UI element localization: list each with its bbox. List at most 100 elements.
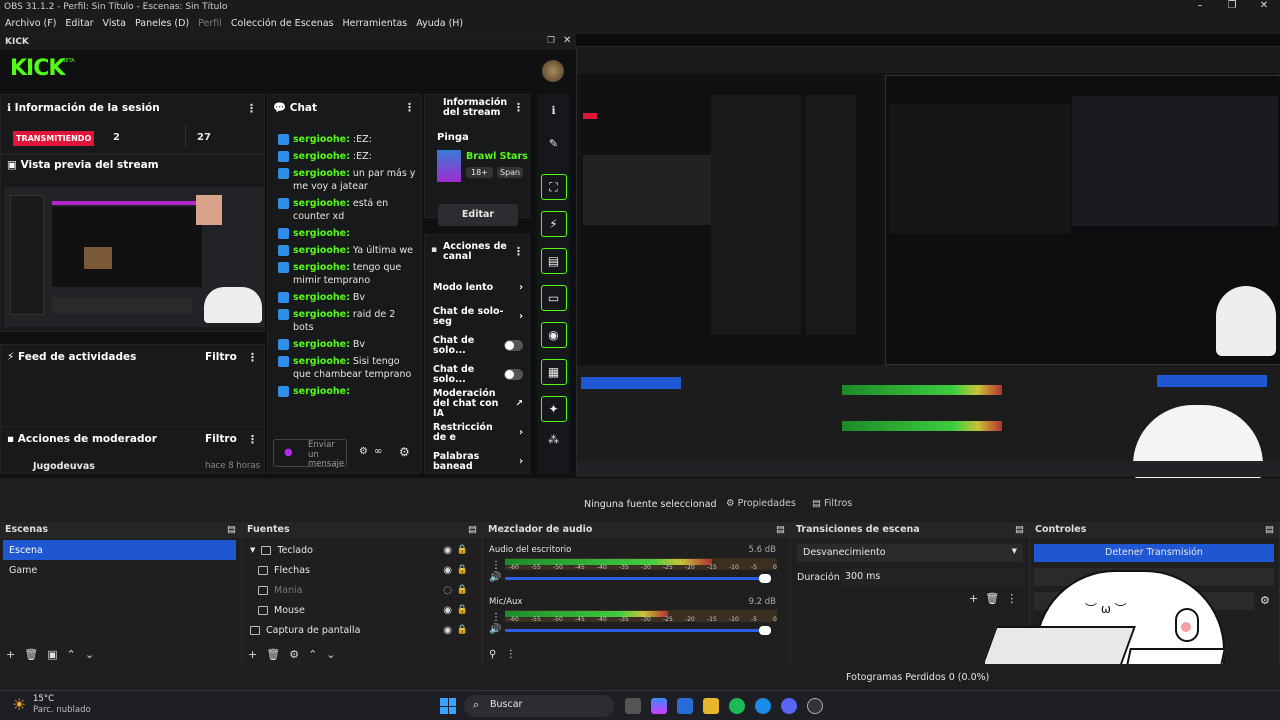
speaker-icon[interactable]: 🔊: [489, 572, 501, 583]
menu-perfil[interactable]: Perfil: [198, 16, 222, 33]
notes-icon[interactable]: ▤: [540, 248, 567, 274]
scene-item-escena[interactable]: Escena: [3, 540, 236, 560]
moderator-menu-icon[interactable]: ⋮: [247, 433, 258, 446]
spotify-icon[interactable]: [729, 698, 745, 714]
lock-icon[interactable]: 🔒: [457, 545, 468, 555]
chat-settings-icon[interactable]: ⚙: [399, 445, 410, 459]
source-item[interactable]: ▼ Teclado ◉ 🔒: [242, 540, 482, 560]
chat-username[interactable]: sergioohe:: [293, 386, 350, 397]
lock-icon[interactable]: 🔒: [457, 585, 468, 595]
channel-action-item[interactable]: Moderación del chat con IA ↗: [433, 388, 523, 418]
close-icon[interactable]: ✕: [1248, 0, 1280, 16]
chat-username[interactable]: sergioohe:: [293, 151, 350, 162]
dock-menu-icon[interactable]: ▤: [1265, 524, 1274, 536]
eye-icon[interactable]: ◉: [443, 545, 452, 556]
store-icon[interactable]: [677, 698, 693, 714]
folder-icon[interactable]: [703, 698, 719, 714]
chat-username[interactable]: sergioohe:: [293, 245, 350, 256]
chat-username[interactable]: sergioohe:: [293, 168, 350, 179]
menu-herramientas[interactable]: Herramientas: [343, 16, 408, 33]
activity-menu-icon[interactable]: ⋮: [247, 351, 258, 364]
moderator-filter-button[interactable]: Filtro: [205, 433, 237, 445]
chat-input[interactable]: ● Enviar un mensaje: [273, 439, 347, 469]
scene-item-game[interactable]: Game: [3, 560, 236, 580]
dock-menu-icon[interactable]: ▤: [468, 524, 477, 536]
session-menu-icon[interactable]: ⋮: [246, 102, 257, 115]
speaker-icon[interactable]: 🔊: [489, 624, 501, 635]
move-down-icon[interactable]: ⌄: [326, 648, 335, 661]
volume-slider[interactable]: [505, 626, 771, 635]
chat-username[interactable]: sergioohe:: [293, 356, 350, 367]
discord-icon[interactable]: [781, 698, 797, 714]
add-transition-icon[interactable]: +: [969, 592, 978, 605]
obs-icon[interactable]: [807, 698, 823, 714]
move-up-icon[interactable]: ⌃: [308, 648, 317, 661]
menu-vista[interactable]: Vista: [103, 16, 126, 33]
chat-username[interactable]: sergioohe:: [293, 339, 350, 350]
link-icon[interactable]: ∞: [374, 446, 382, 457]
mic-icon[interactable]: ●: [284, 447, 293, 458]
undock-icon[interactable]: ❐: [547, 36, 555, 46]
dock-menu-icon[interactable]: ▤: [776, 524, 785, 536]
chat-username[interactable]: sergioohe:: [293, 309, 350, 320]
mixer-menu-icon[interactable]: ⋮: [506, 649, 516, 660]
toggle-switch[interactable]: [504, 340, 523, 351]
channel-action-item[interactable]: Restricción de e ›: [433, 418, 523, 447]
channel-action-item[interactable]: Chat de solo...: [433, 360, 523, 389]
apps-icon[interactable]: ⁂: [537, 433, 570, 446]
move-up-icon[interactable]: ⌃: [67, 648, 76, 661]
avatar[interactable]: [542, 60, 564, 82]
dock-menu-icon[interactable]: ▤: [1015, 524, 1024, 536]
channel-actions-menu-icon[interactable]: ⋮: [513, 245, 524, 258]
channel-menu-icon[interactable]: ⋮: [491, 612, 501, 623]
menu-editar[interactable]: Editar: [65, 16, 93, 33]
eye-off-icon[interactable]: ◌: [443, 585, 452, 596]
channel-action-item[interactable]: Chat de solo...: [433, 331, 523, 360]
chat-menu-icon[interactable]: ⋮: [404, 101, 415, 114]
pencil-icon[interactable]: ✎: [537, 137, 570, 150]
bolt-rail-icon[interactable]: ⚡: [540, 211, 567, 237]
chat-message-list[interactable]: sergioohe::EZ: sergioohe::EZ: sergioohe: un…: [278, 133, 418, 429]
taskbar-search[interactable]: ⌕ Buscar: [464, 695, 614, 717]
expand-icon[interactable]: ▼: [250, 546, 255, 554]
lock-icon[interactable]: 🔒: [457, 605, 468, 615]
lock-icon[interactable]: 🔒: [457, 565, 468, 575]
broadcast-icon[interactable]: ◉: [540, 322, 567, 348]
toggle-switch[interactable]: [504, 369, 523, 380]
minimize-icon[interactable]: –: [1184, 0, 1216, 16]
emote-icon[interactable]: ⚙: [359, 446, 368, 457]
move-down-icon[interactable]: ⌄: [85, 648, 94, 661]
chat-username[interactable]: sergioohe:: [293, 262, 350, 273]
source-item[interactable]: Flechas ◉ 🔒: [242, 560, 482, 580]
source-item[interactable]: Captura de pantalla ◉ 🔒: [242, 620, 482, 640]
info-rail-icon[interactable]: ℹ: [537, 104, 570, 117]
trash-icon[interactable]: 🗑: [24, 648, 38, 661]
maximize-icon[interactable]: ❐: [1216, 0, 1248, 16]
lock-icon[interactable]: 🔒: [457, 625, 468, 635]
chat-username[interactable]: sergioohe:: [293, 292, 350, 303]
channel-menu-icon[interactable]: ⋮: [491, 560, 501, 571]
filter-scene-icon[interactable]: ▣: [47, 648, 57, 661]
layout-icon[interactable]: ▦: [540, 359, 567, 385]
menu-ayuda[interactable]: Ayuda (H): [416, 16, 463, 33]
stream-info-menu-icon[interactable]: ⋮: [513, 101, 524, 114]
dock-menu-icon[interactable]: ▤: [227, 524, 236, 536]
chat-username[interactable]: sergioohe:: [293, 134, 350, 145]
task-view-icon[interactable]: [625, 698, 641, 714]
obs-preview-canvas[interactable]: [576, 34, 1280, 478]
chat-username[interactable]: sergioohe:: [293, 228, 350, 239]
menu-coleccion[interactable]: Colección de Escenas: [231, 16, 334, 33]
edit-stream-button[interactable]: Editar: [438, 204, 518, 226]
menu-paneles[interactable]: Paneles (D): [135, 16, 189, 33]
game-name[interactable]: Brawl Stars: [466, 151, 528, 162]
capture-icon[interactable]: ⛶: [540, 174, 567, 200]
eye-icon[interactable]: ◉: [443, 605, 452, 616]
slider-knob[interactable]: [759, 626, 771, 635]
volume-slider[interactable]: [505, 574, 771, 583]
filters-button[interactable]: ▤ Filtros: [812, 498, 852, 509]
mixer-link-icon[interactable]: ⚲: [489, 649, 496, 660]
properties-button[interactable]: ⚙ Propiedades: [726, 498, 796, 509]
eye-icon[interactable]: ◉: [443, 565, 452, 576]
trash-icon[interactable]: 🗑: [266, 648, 280, 661]
slider-knob[interactable]: [759, 574, 771, 583]
